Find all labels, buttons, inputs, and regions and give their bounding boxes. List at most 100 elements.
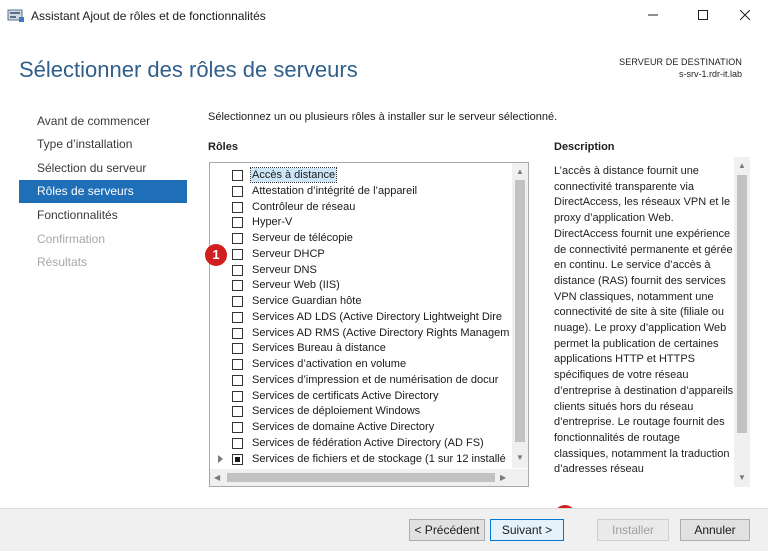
role-checkbox[interactable]	[232, 453, 243, 465]
minimize-button[interactable]	[630, 0, 676, 30]
role-label: Serveur DHCP	[252, 247, 325, 260]
role-checkbox[interactable]	[232, 185, 243, 197]
annotation-badge-1: 1	[205, 244, 227, 266]
minimize-icon	[648, 14, 658, 16]
role-label: Services de fichiers et de stockage (1 s…	[252, 452, 506, 465]
roles-horizontal-scroll-thumb[interactable]	[227, 473, 495, 482]
role-checkbox[interactable]	[232, 248, 243, 260]
role-label: Hyper-V	[252, 216, 293, 229]
scrollbar-corner	[512, 469, 528, 486]
description-scroll-thumb[interactable]	[737, 175, 747, 433]
role-checkbox[interactable]	[232, 217, 243, 229]
role-label: Attestation d’intégrité de l’appareil	[252, 184, 418, 197]
role-checkbox[interactable]	[232, 264, 243, 276]
role-item[interactable]: Serveur de télécopie	[210, 230, 512, 246]
install-button: Installer	[597, 519, 669, 541]
role-label: Services AD RMS (Active Directory Rights…	[252, 326, 510, 339]
nav-item-confirmation: Confirmation	[37, 232, 106, 246]
role-item[interactable]: Services AD LDS (Active Directory Lightw…	[210, 309, 512, 325]
destination-server-name: s-srv-1.rdr-it.lab	[678, 69, 742, 79]
scroll-down-icon[interactable]: ▼	[738, 473, 746, 483]
role-item[interactable]: Services d’impression et de numérisation…	[210, 372, 512, 388]
nav-item-features[interactable]: Fonctionnalités	[19, 204, 187, 227]
maximize-icon	[698, 10, 708, 20]
roles-vertical-scrollbar[interactable]: ▲ ▼	[512, 163, 528, 468]
role-checkbox[interactable]	[232, 280, 243, 292]
role-checkbox[interactable]	[232, 390, 243, 402]
role-label: Serveur Web (IIS)	[252, 279, 340, 292]
role-checkbox[interactable]	[232, 359, 243, 370]
role-checkbox[interactable]	[232, 311, 243, 323]
roles-heading: Rôles	[208, 141, 238, 153]
nav-item-before-you-begin[interactable]: Avant de commencer	[19, 110, 187, 133]
scroll-down-icon[interactable]: ▼	[516, 453, 524, 463]
role-item[interactable]: Service Guardian hôte	[210, 293, 512, 309]
role-checkbox[interactable]	[232, 406, 243, 418]
description-scrollbar[interactable]: ▲ ▼	[734, 157, 750, 487]
scroll-up-icon[interactable]: ▲	[738, 161, 746, 171]
role-label: Services d’activation en volume	[252, 358, 407, 370]
role-checkbox[interactable]	[232, 374, 243, 386]
roles-list: Accès à distance Attestation d’intégrité …	[210, 167, 512, 467]
scroll-right-icon[interactable]: ▶	[500, 473, 506, 483]
role-label: Serveur de télécopie	[252, 232, 353, 244]
next-button[interactable]: Suivant >	[490, 519, 564, 541]
close-button[interactable]	[722, 0, 768, 30]
role-item[interactable]: Services de domaine Active Directory	[210, 419, 512, 435]
nav-item-server-selection[interactable]: Sélection du serveur	[19, 157, 187, 180]
role-checkbox[interactable]	[232, 201, 243, 213]
role-checkbox[interactable]	[232, 296, 243, 307]
role-label: Accès à distance	[249, 167, 338, 183]
role-checkbox[interactable]	[232, 233, 243, 244]
role-item[interactable]: Attestation d’intégrité de l’appareil	[210, 183, 512, 199]
role-description: L’accès à distance fournit une connectiv…	[554, 165, 734, 476]
role-label: Services de fédération Active Directory …	[252, 436, 484, 449]
role-label: Services d’impression et de numérisation…	[252, 373, 499, 386]
roles-tree[interactable]: Accès à distance Attestation d’intégrité …	[209, 162, 529, 487]
nav-item-server-roles[interactable]: Rôles de serveurs	[19, 180, 187, 203]
role-item[interactable]: Services de certificats Active Directory	[210, 388, 512, 404]
role-item[interactable]: Services d’activation en volume	[210, 356, 512, 372]
role-item[interactable]: Services Bureau à distance	[210, 340, 512, 356]
expand-arrow-icon[interactable]	[218, 454, 223, 463]
nav-item-installation-type[interactable]: Type d’installation	[19, 133, 187, 156]
role-label: Service Guardian hôte	[252, 295, 362, 307]
role-item[interactable]: Contrôleur de réseau	[210, 199, 512, 215]
role-label: Serveur DNS	[252, 263, 317, 276]
role-label: Services AD LDS (Active Directory Lightw…	[252, 310, 503, 323]
role-label: Services Bureau à distance	[252, 342, 386, 355]
page-title: Sélectionner des rôles de serveurs	[19, 57, 358, 82]
scroll-up-icon[interactable]: ▲	[516, 167, 524, 177]
instruction-text: Sélectionnez un ou plusieurs rôles à ins…	[208, 111, 558, 123]
description-heading: Description	[554, 141, 615, 153]
role-item[interactable]: Services de déploiement Windows	[210, 403, 512, 419]
title-bar: Assistant Ajout de rôles et de fonctionn…	[0, 0, 768, 32]
role-item[interactable]: Serveur DHCP	[210, 246, 512, 262]
role-checkbox[interactable]	[232, 327, 243, 339]
scroll-left-icon[interactable]: ◀	[214, 473, 220, 483]
role-item[interactable]: Services AD RMS (Active Directory Rights…	[210, 325, 512, 341]
window-title: Assistant Ajout de rôles et de fonctionn…	[31, 9, 266, 23]
server-manager-icon	[7, 9, 24, 22]
role-item[interactable]: Serveur Web (IIS)	[210, 277, 512, 293]
roles-horizontal-scrollbar[interactable]: ◀ ▶	[210, 469, 528, 486]
role-label: Services de domaine Active Directory	[252, 421, 435, 433]
role-checkbox[interactable]	[232, 170, 243, 181]
role-item[interactable]: Services de fédération Active Directory …	[210, 435, 512, 451]
close-icon	[740, 10, 750, 20]
role-checkbox[interactable]	[232, 437, 243, 449]
role-item[interactable]: Accès à distance	[210, 167, 512, 183]
role-item[interactable]: Hyper-V	[210, 214, 512, 230]
cancel-button[interactable]: Annuler	[680, 519, 750, 541]
role-checkbox[interactable]	[232, 422, 243, 433]
role-label: Contrôleur de réseau	[252, 200, 356, 213]
role-item[interactable]: Serveur DNS	[210, 262, 512, 278]
nav-item-results: Résultats	[37, 255, 88, 269]
destination-server-label: SERVEUR DE DESTINATION	[619, 57, 742, 67]
previous-button[interactable]: < Précédent	[409, 519, 485, 541]
role-checkbox[interactable]	[232, 343, 243, 355]
role-label: Services de déploiement Windows	[252, 405, 421, 418]
roles-vertical-scroll-thumb[interactable]	[515, 180, 525, 442]
role-item[interactable]: Services de fichiers et de stockage (1 s…	[210, 451, 512, 467]
maximize-button[interactable]	[680, 0, 726, 30]
